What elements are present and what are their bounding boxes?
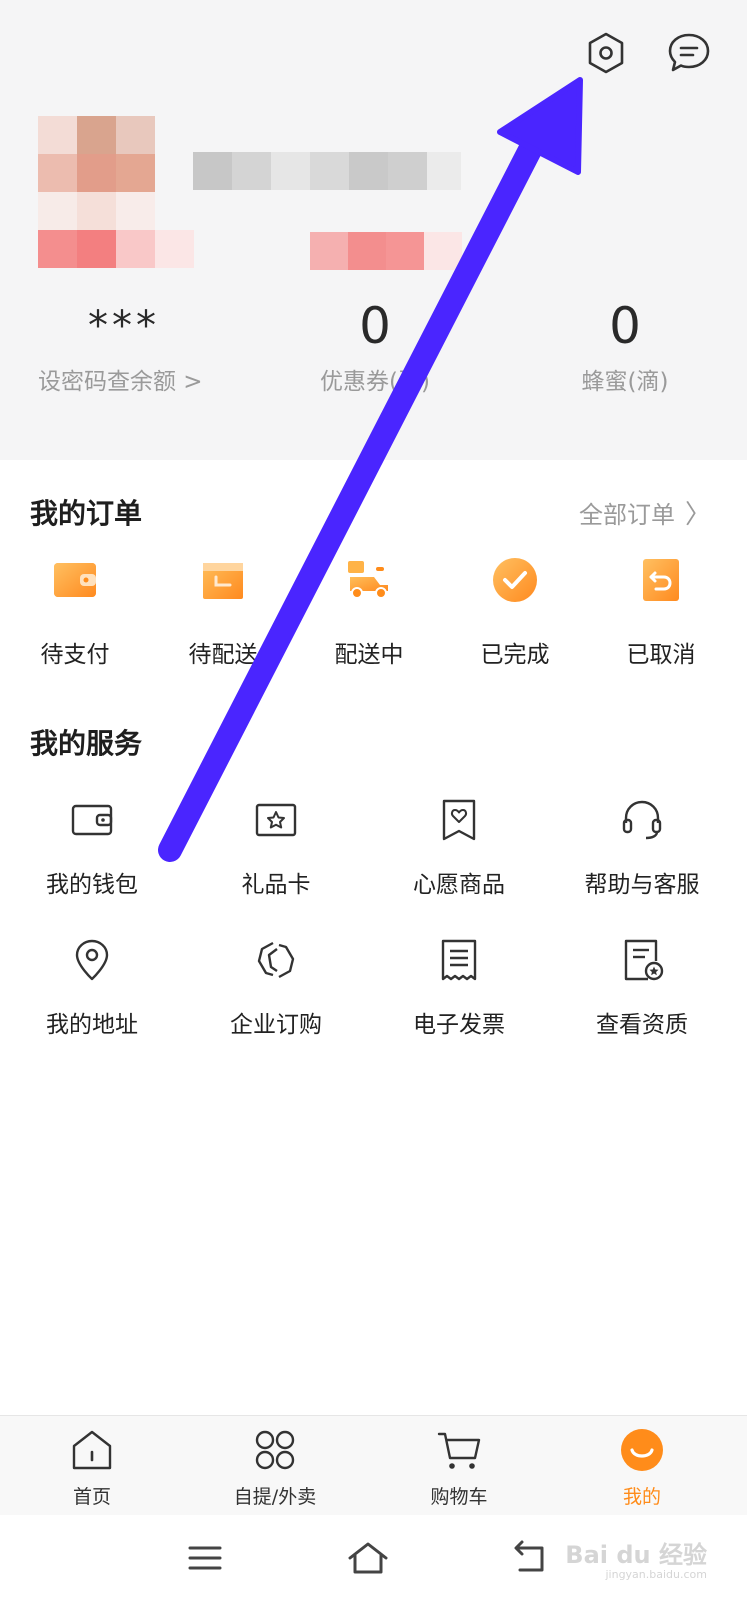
heart-bookmark-icon <box>442 799 476 841</box>
balance-label: 设密码查余额 > <box>38 369 203 395</box>
order-completed-label: 已完成 <box>480 642 550 668</box>
tab-cart-label: 购物车 <box>430 1486 488 1508</box>
tab-mine[interactable]: 我的 <box>567 1428 717 1509</box>
order-cancelled-label: 已取消 <box>626 642 696 668</box>
baidu-watermark: Bai du 经验 <box>565 1541 707 1569</box>
service-qualifications-label: 查看资质 <box>596 1012 688 1038</box>
all-orders-link[interactable]: 全部订单〉 <box>579 494 711 531</box>
certificate-icon <box>624 939 664 981</box>
wallet-icon <box>54 563 96 597</box>
services-section-title: 我的服务 <box>30 727 143 760</box>
coupon-stat[interactable]: 0 优惠券(张) <box>300 296 450 396</box>
honey-label: 蜂蜜(滴) <box>581 369 669 395</box>
service-my-wallet-label: 我的钱包 <box>46 872 138 898</box>
tab-home[interactable]: 首页 <box>17 1428 167 1509</box>
orders-section-title: 我的订单 <box>30 497 143 530</box>
home-icon <box>72 1430 112 1470</box>
service-e-invoice[interactable]: 电子发票 <box>369 937 549 1039</box>
tab-cart[interactable]: 购物车 <box>384 1428 534 1509</box>
service-qualifications[interactable]: 查看资质 <box>552 937 732 1039</box>
hexagon-settings-icon <box>588 32 624 74</box>
honey-value: 0 <box>609 297 641 355</box>
service-my-wallet[interactable]: 我的钱包 <box>2 797 182 899</box>
grid-icon <box>255 1430 295 1470</box>
balance-value: *** <box>88 303 160 349</box>
service-help-support-label: 帮助与客服 <box>584 872 700 898</box>
cart-icon <box>437 1432 481 1469</box>
tab-pickup-delivery[interactable]: 自提/外卖 <box>200 1428 350 1509</box>
settings-button[interactable] <box>583 30 629 76</box>
order-pending-delivery[interactable]: 待配送 <box>148 555 298 669</box>
gift-card-icon <box>255 803 297 837</box>
service-my-address[interactable]: 我的地址 <box>2 937 182 1039</box>
headset-icon <box>622 800 662 840</box>
home-nav-icon[interactable] <box>346 1538 390 1578</box>
tab-mine-label: 我的 <box>622 1486 661 1508</box>
bottom-tab-bar: 首页 自提/外卖 购物车 我的 <box>0 1415 747 1515</box>
all-orders-label: 全部订单 <box>578 501 675 529</box>
nickname-blurred <box>193 152 461 190</box>
coupon-value: 0 <box>359 297 391 355</box>
service-wishlist-label: 心愿商品 <box>413 872 505 898</box>
profile-header: *** 设密码查余额 > 0 优惠券(张) 0 蜂蜜(滴) <box>0 0 747 460</box>
scooter-icon <box>348 561 388 599</box>
avatar[interactable] <box>38 116 194 276</box>
order-pending-delivery-label: 待配送 <box>188 642 258 668</box>
service-gift-card-label: 礼品卡 <box>241 872 311 898</box>
undo-receipt-icon <box>643 559 679 601</box>
location-pin-icon <box>75 939 109 981</box>
coupon-label: 优惠券(张) <box>320 369 430 395</box>
balance-stat[interactable]: *** 设密码查余额 > <box>38 296 218 396</box>
menu-icon[interactable] <box>184 1538 228 1578</box>
order-delivering-label: 配送中 <box>334 642 404 668</box>
order-cancelled[interactable]: 已取消 <box>586 555 736 669</box>
service-help-support[interactable]: 帮助与客服 <box>552 797 732 899</box>
service-my-address-label: 我的地址 <box>46 1012 138 1038</box>
check-circle-icon <box>493 558 537 602</box>
baidu-watermark-url: jingyan.baidu.com <box>605 1568 707 1581</box>
service-gift-card[interactable]: 礼品卡 <box>186 797 366 899</box>
receipt-icon <box>441 939 477 981</box>
messages-button[interactable] <box>666 30 712 76</box>
honey-stat[interactable]: 0 蜂蜜(滴) <box>560 296 690 396</box>
tab-home-label: 首页 <box>72 1486 111 1508</box>
tab-pickup-delivery-label: 自提/外卖 <box>233 1486 317 1508</box>
order-delivering[interactable]: 配送中 <box>294 555 444 669</box>
wallet-outline-icon <box>71 804 113 836</box>
service-enterprise-order[interactable]: 企业订购 <box>186 937 366 1039</box>
service-wishlist[interactable]: 心愿商品 <box>369 797 549 899</box>
chevron-right-icon: 〉 <box>684 500 711 530</box>
smile-face-icon <box>621 1429 663 1471</box>
box-icon <box>203 563 243 599</box>
service-enterprise-order-label: 企业订购 <box>230 1012 322 1038</box>
member-tag-blurred <box>310 232 462 270</box>
order-pending-payment-label: 待支付 <box>40 642 110 668</box>
service-e-invoice-label: 电子发票 <box>413 1012 505 1038</box>
order-pending-payment[interactable]: 待支付 <box>0 555 150 669</box>
back-icon[interactable] <box>508 1538 552 1578</box>
order-completed[interactable]: 已完成 <box>440 555 590 669</box>
hexagon-link-icon <box>257 941 295 979</box>
chat-message-icon <box>668 33 710 72</box>
